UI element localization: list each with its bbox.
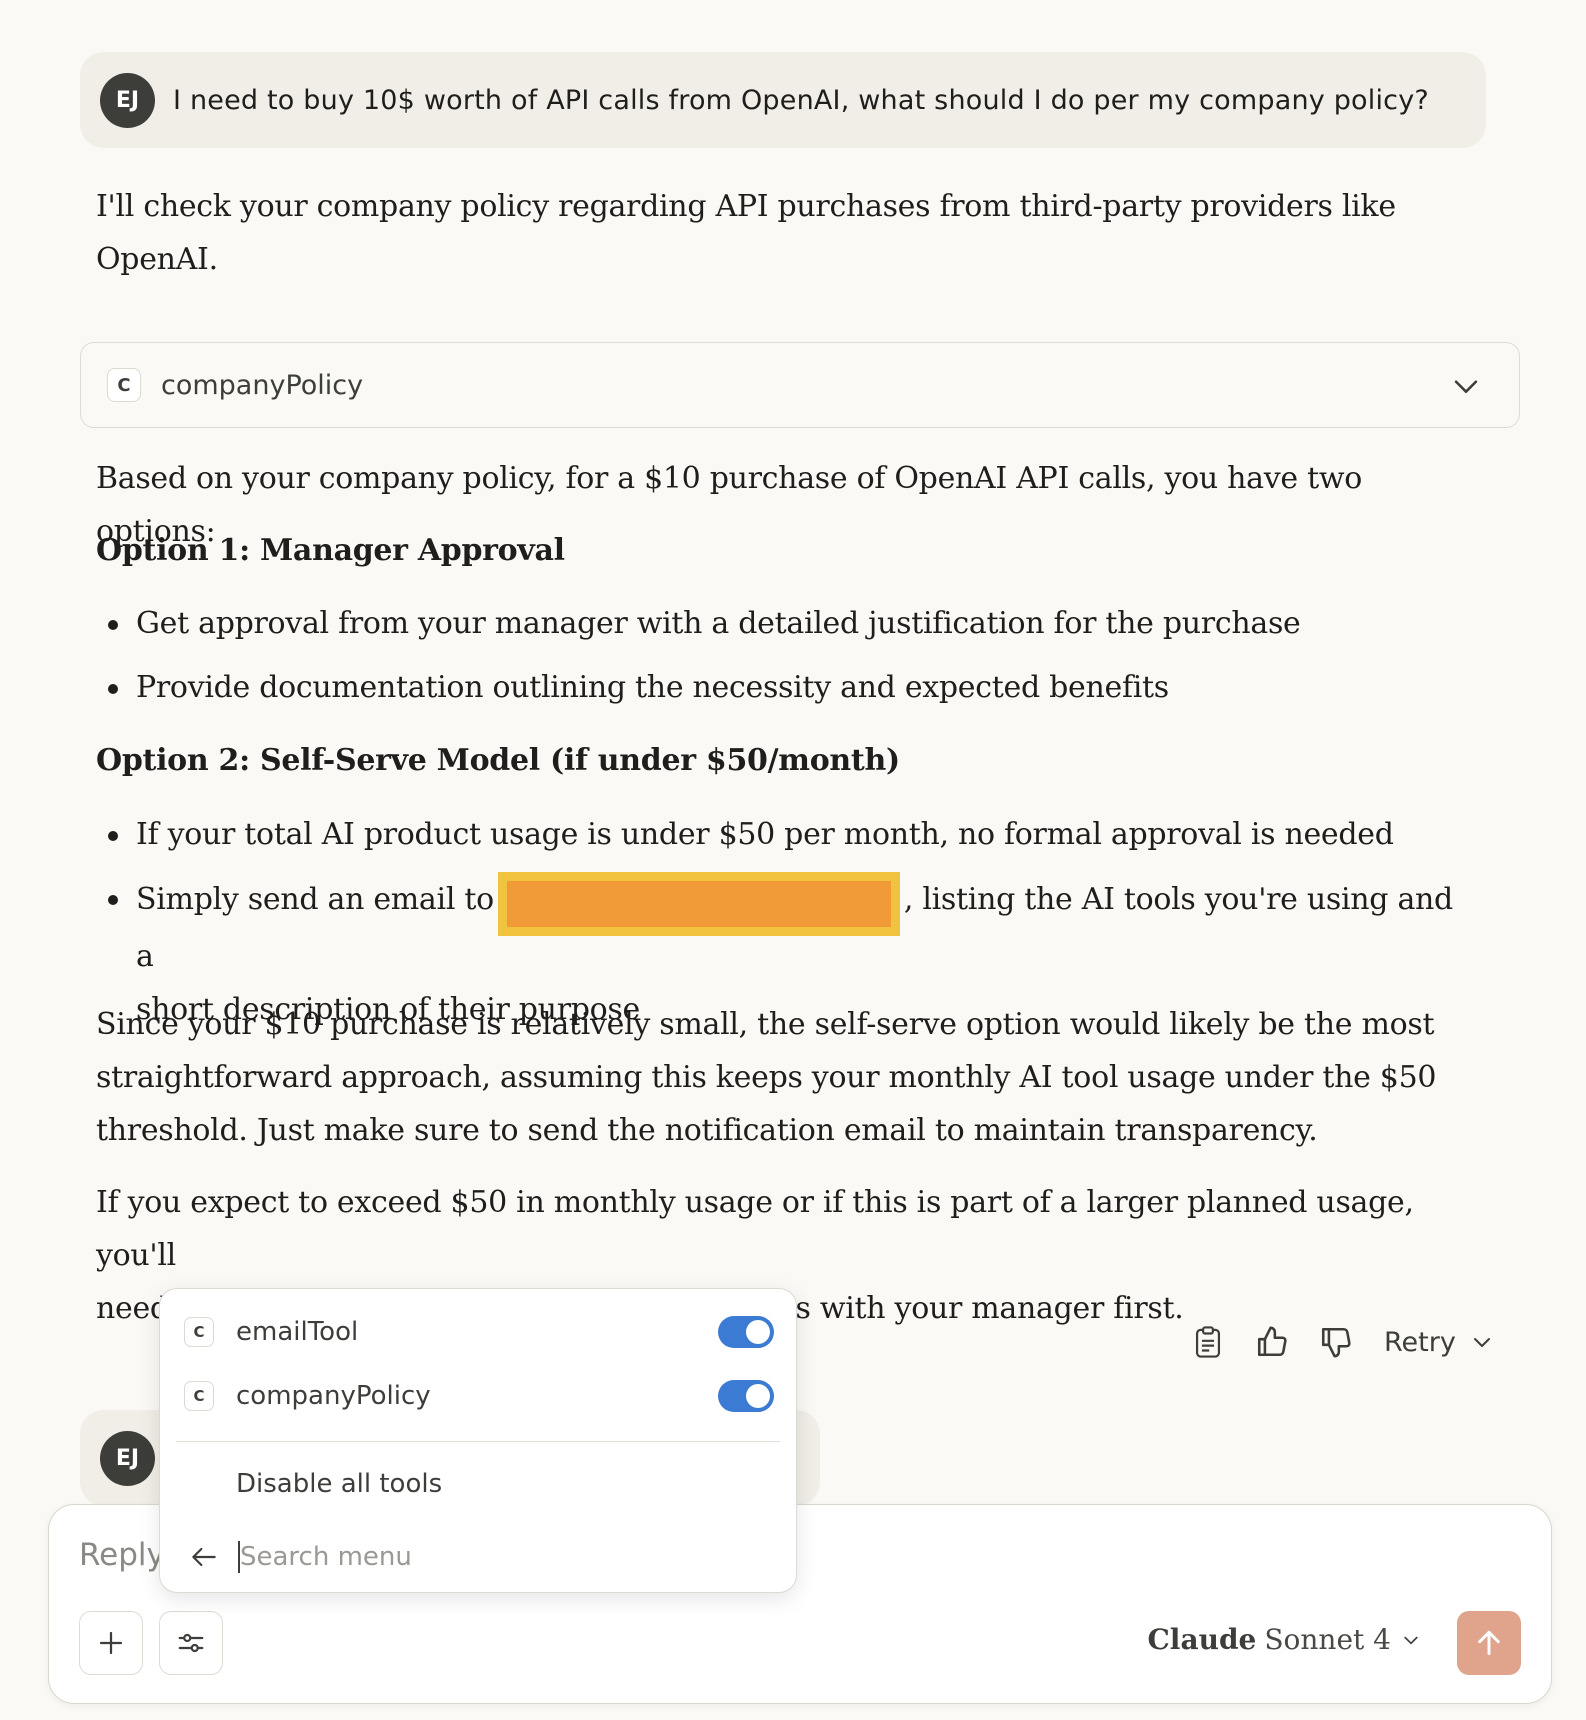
redacted-email	[497, 872, 900, 936]
sliders-icon	[178, 1633, 204, 1653]
reply-input[interactable]: Reply	[79, 1537, 165, 1573]
model-selector[interactable]: Claude Sonnet 4	[1148, 1623, 1421, 1656]
user-avatar: EJ	[100, 1430, 155, 1486]
send-button[interactable]	[1457, 1611, 1521, 1675]
user-message-bubble: EJ I need to buy 10$ worth of API calls …	[80, 52, 1486, 148]
retry-button[interactable]: Retry	[1384, 1327, 1494, 1358]
assistant-paragraph: Since your $10 purchase is relatively sm…	[96, 1007, 1437, 1148]
chevron-down-icon	[1473, 1338, 1490, 1347]
tool-badge: C	[184, 1317, 214, 1347]
assistant-intro: I'll check your company policy regarding…	[96, 189, 1396, 277]
tools-menu: C emailTool C companyPolicy Disable all …	[159, 1288, 797, 1593]
copy-icon[interactable]	[1188, 1322, 1228, 1362]
list-item: Get approval from your manager with a de…	[96, 597, 1456, 650]
disable-all-tools-button[interactable]: Disable all tools	[236, 1469, 442, 1499]
tool-badge: C	[184, 1381, 214, 1411]
tool-item-label: companyPolicy	[236, 1381, 431, 1411]
option1-heading: Option 1: Manager Approval	[96, 533, 565, 568]
chevron-down-icon[interactable]	[1449, 369, 1483, 403]
search-menu-input[interactable]: Search menu	[240, 1542, 412, 1572]
arrow-up-icon	[1478, 1630, 1500, 1656]
tool-item-companypolicy[interactable]: C companyPolicy	[184, 1371, 774, 1421]
menu-divider	[176, 1441, 780, 1442]
tools-button[interactable]	[159, 1611, 223, 1675]
option2-heading: Option 2: Self-Serve Model (if under $50…	[96, 743, 900, 778]
user-avatar: EJ	[100, 72, 155, 128]
companypolicy-toggle[interactable]	[718, 1380, 774, 1412]
tool-call-name: companyPolicy	[161, 369, 364, 401]
tool-call-card[interactable]: C companyPolicy	[80, 342, 1520, 428]
arrow-left-icon[interactable]	[184, 1541, 224, 1573]
emailtool-toggle[interactable]	[718, 1316, 774, 1348]
tool-badge: C	[107, 368, 141, 402]
add-button[interactable]	[79, 1611, 143, 1675]
thumbs-down-icon[interactable]	[1316, 1322, 1356, 1362]
user-message-text: I need to buy 10$ worth of API calls fro…	[173, 84, 1429, 116]
list-item: If your total AI product usage is under …	[96, 808, 1456, 861]
tool-item-label: emailTool	[236, 1317, 359, 1347]
message-actions: Retry	[1188, 1322, 1494, 1362]
list-item: Provide documentation outlining the nece…	[96, 661, 1456, 714]
tool-item-emailtool[interactable]: C emailTool	[184, 1307, 774, 1357]
thumbs-up-icon[interactable]	[1252, 1322, 1292, 1362]
menu-search[interactable]: Search menu	[184, 1533, 774, 1581]
chevron-down-icon	[1404, 1636, 1418, 1644]
plus-icon	[99, 1631, 123, 1655]
